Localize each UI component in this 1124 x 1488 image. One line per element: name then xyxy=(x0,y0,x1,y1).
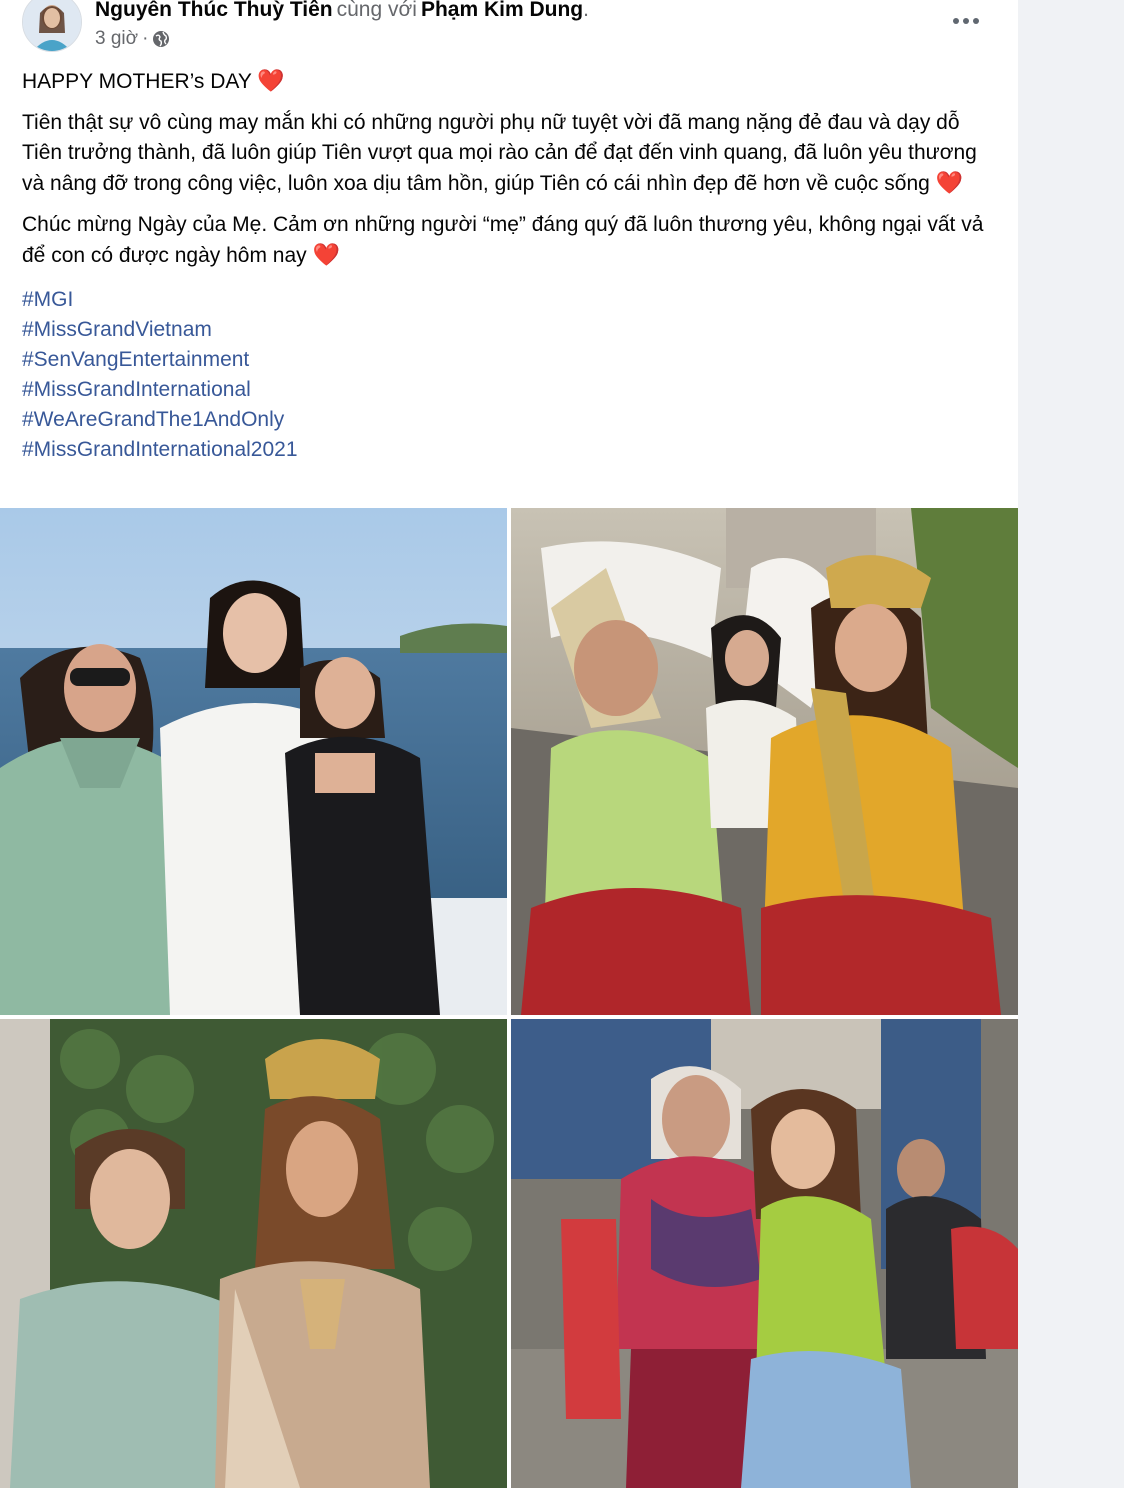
hashtag-link[interactable]: #WeAreGrandThe1AndOnly xyxy=(22,405,1002,435)
post-timestamp[interactable]: 3 giờ xyxy=(95,28,138,50)
with-text: cùng với xyxy=(336,0,417,21)
post-header: Nguyễn Thúc Thuỳ Tiên cùng với Phạm Kim Du… xyxy=(0,0,1018,60)
photo-grandmother-and-granddaughter[interactable] xyxy=(511,1019,1018,1488)
post-paragraph: HAPPY MOTHER’s DAY ❤️ xyxy=(22,68,285,93)
post-meta: 3 giờ · xyxy=(95,28,170,50)
photo-women-on-boat[interactable] xyxy=(0,508,507,1015)
photo-gallery xyxy=(0,508,1018,1488)
hashtag-link[interactable]: #MissGrandVietnam xyxy=(22,315,1002,345)
author-name[interactable]: Nguyễn Thúc Thuỳ Tiên xyxy=(95,0,333,21)
heart-emoji: ❤️ xyxy=(312,242,340,267)
heart-emoji: ❤️ xyxy=(935,170,964,195)
period-text: . xyxy=(583,0,589,21)
hashtag-link[interactable]: #MissGrandInternational2021 xyxy=(22,435,1002,465)
photo-mother-and-crowned-daughter[interactable] xyxy=(0,1019,507,1488)
meta-separator: · xyxy=(142,28,149,49)
author-avatar[interactable] xyxy=(22,0,82,52)
hashtag-list: #MGI #MissGrandVietnam #SenVangEntertain… xyxy=(22,285,1002,465)
photo-parade-ao-dai[interactable] xyxy=(511,508,1018,1015)
page-background xyxy=(1018,0,1124,1488)
tagged-person-name[interactable]: Phạm Kim Dung xyxy=(421,0,583,21)
hashtag-link[interactable]: #SenVangEntertainment xyxy=(22,345,1002,375)
post-content: HAPPY MOTHER’s DAY ❤️ Tiên thật sự vô cù… xyxy=(22,66,1002,465)
facebook-post: Nguyễn Thúc Thuỳ Tiên cùng với Phạm Kim Du… xyxy=(0,0,1018,1488)
post-paragraph: Tiên thật sự vô cùng may mắn khi có nhữn… xyxy=(22,111,977,195)
post-author-line: Nguyễn Thúc Thuỳ Tiên cùng với Phạm Kim Du… xyxy=(95,0,589,22)
heart-emoji: ❤️ xyxy=(257,68,285,93)
more-options-icon[interactable] xyxy=(946,6,986,36)
globe-icon[interactable] xyxy=(152,30,170,48)
hashtag-link[interactable]: #MissGrandInternational xyxy=(22,375,1002,405)
hashtag-link[interactable]: #MGI xyxy=(22,285,1002,315)
post-paragraph: Chúc mừng Ngày của Mẹ. Cảm ơn những ngườ… xyxy=(22,213,984,267)
